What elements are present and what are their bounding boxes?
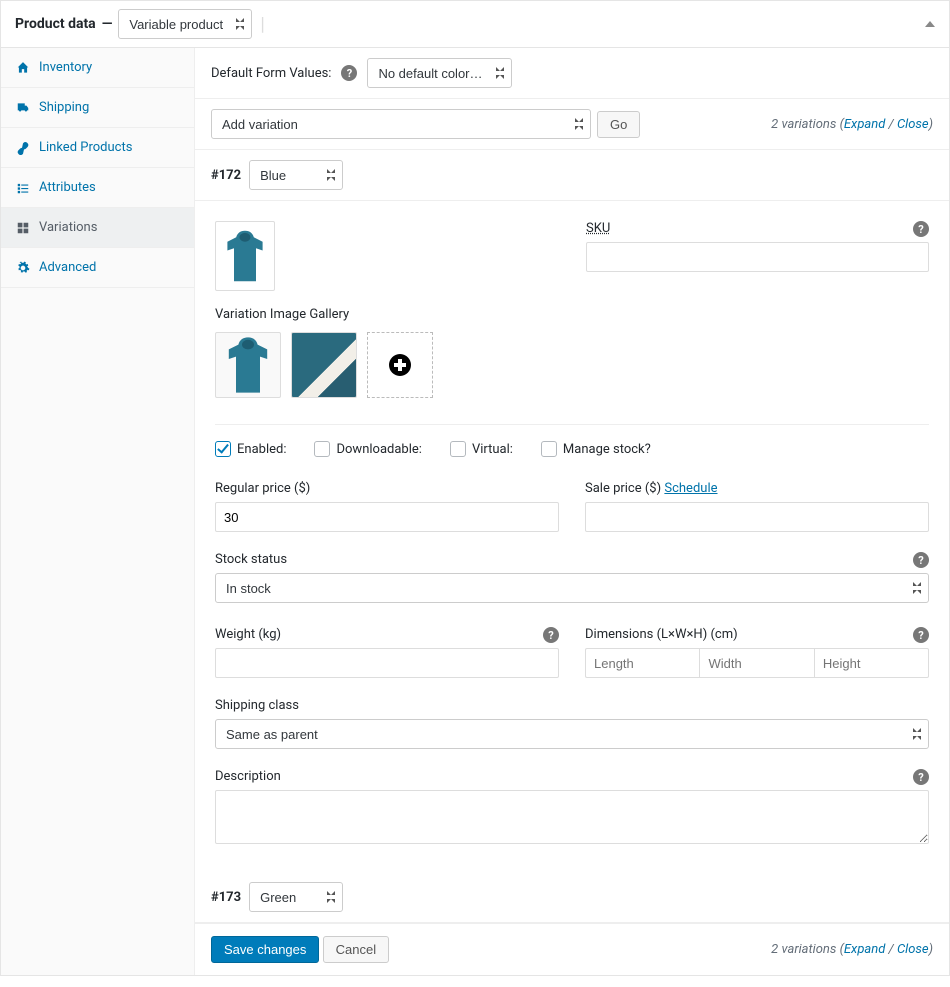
- sale-price-input[interactable]: [585, 502, 929, 532]
- tab-attributes[interactable]: Attributes: [1, 168, 194, 208]
- variation-id: #172: [211, 168, 241, 183]
- help-icon[interactable]: ?: [543, 627, 559, 643]
- variation-attr-select[interactable]: Green: [249, 882, 343, 912]
- tab-label: Inventory: [39, 60, 92, 75]
- stock-status-select[interactable]: In stock: [215, 573, 929, 603]
- weight-label: Weight (kg) ?: [215, 627, 559, 642]
- manage-stock-checkbox[interactable]: [541, 441, 557, 457]
- stock-status-label: Stock status ?: [215, 552, 929, 567]
- variations-count-text-bottom: 2 variations (Expand / Close): [771, 942, 933, 957]
- tab-shipping[interactable]: Shipping: [1, 88, 194, 128]
- dash: —: [102, 16, 113, 32]
- variation-action-select[interactable]: Add variation: [211, 109, 591, 139]
- default-form-values-label: Default Form Values:: [211, 66, 331, 81]
- help-icon[interactable]: ?: [913, 627, 929, 643]
- shipping-class-select[interactable]: Same as parent: [215, 719, 929, 749]
- enabled-checkbox[interactable]: [215, 441, 231, 457]
- variation-attr-select[interactable]: Blue: [249, 160, 343, 190]
- gallery-label: Variation Image Gallery: [215, 307, 558, 322]
- variation-image-thumb[interactable]: [215, 221, 275, 291]
- tab-variations[interactable]: Variations: [1, 208, 194, 248]
- inventory-icon: [15, 61, 31, 75]
- separator: |: [260, 14, 264, 35]
- length-input[interactable]: [585, 648, 699, 678]
- plus-icon: [389, 354, 411, 376]
- variations-count-text: 2 variations (Expand / Close): [771, 117, 933, 132]
- tab-label: Variations: [39, 220, 97, 235]
- shipping-class-label: Shipping class: [215, 698, 929, 713]
- gallery-thumb-2[interactable]: [291, 332, 357, 398]
- help-icon[interactable]: ?: [913, 552, 929, 568]
- schedule-link[interactable]: Schedule: [664, 481, 717, 496]
- panel-title: Product data: [15, 16, 96, 32]
- tab-label: Linked Products: [39, 140, 132, 155]
- help-icon[interactable]: ?: [913, 769, 929, 785]
- manage-stock-check[interactable]: Manage stock?: [541, 441, 651, 457]
- truck-icon: [15, 101, 31, 115]
- variation-id: #173: [211, 890, 241, 905]
- height-input[interactable]: [814, 648, 929, 678]
- tab-inventory[interactable]: Inventory: [1, 48, 194, 88]
- description-label: Description ?: [215, 769, 929, 784]
- help-icon[interactable]: ?: [341, 65, 357, 81]
- product-type-select[interactable]: Variable product: [118, 9, 252, 39]
- regular-price-label: Regular price ($): [215, 481, 559, 496]
- expand-link[interactable]: Expand: [844, 117, 885, 132]
- tab-linked-products[interactable]: Linked Products: [1, 128, 194, 168]
- gallery-add-button[interactable]: [367, 332, 433, 398]
- enabled-check[interactable]: Enabled:: [215, 441, 286, 457]
- virtual-check[interactable]: Virtual:: [450, 441, 513, 457]
- save-button[interactable]: Save changes: [211, 936, 319, 963]
- downloadable-checkbox[interactable]: [314, 441, 330, 457]
- virtual-checkbox[interactable]: [450, 441, 466, 457]
- list-icon: [15, 181, 31, 195]
- help-icon[interactable]: ?: [913, 221, 929, 237]
- grid-icon: [15, 221, 31, 235]
- default-form-values-select[interactable]: No default color…: [367, 58, 512, 88]
- tab-label: Attributes: [39, 180, 96, 195]
- collapse-icon[interactable]: [925, 21, 935, 27]
- description-textarea[interactable]: [215, 790, 929, 844]
- go-button[interactable]: Go: [597, 111, 640, 138]
- tab-advanced[interactable]: Advanced: [1, 248, 194, 288]
- regular-price-input[interactable]: [215, 502, 559, 532]
- variation-header-172[interactable]: #172 Blue: [195, 150, 949, 201]
- variation-header-173[interactable]: #173 Green: [195, 872, 949, 923]
- sku-input[interactable]: [586, 242, 929, 272]
- sale-price-label: Sale price ($) Schedule: [585, 481, 929, 496]
- gallery-thumb-1[interactable]: [215, 332, 281, 398]
- dimensions-label: Dimensions (L×W×H) (cm) ?: [585, 627, 929, 642]
- close-link-bottom[interactable]: Close: [897, 942, 929, 957]
- tab-label: Shipping: [39, 100, 89, 115]
- link-icon: [15, 141, 31, 155]
- width-input[interactable]: [699, 648, 813, 678]
- tab-label: Advanced: [39, 260, 96, 275]
- sku-label: SKU: [586, 221, 929, 236]
- gear-icon: [15, 261, 31, 275]
- panel-header: Product data — Variable product |: [1, 1, 949, 48]
- close-link[interactable]: Close: [897, 117, 929, 132]
- expand-link-bottom[interactable]: Expand: [844, 942, 885, 957]
- cancel-button[interactable]: Cancel: [323, 936, 389, 963]
- downloadable-check[interactable]: Downloadable:: [314, 441, 421, 457]
- weight-input[interactable]: [215, 648, 559, 678]
- tabs-sidebar: Inventory Shipping Linked Products Attri…: [1, 48, 195, 975]
- variation-body-172: Variation Image Gallery SKU: [195, 201, 949, 872]
